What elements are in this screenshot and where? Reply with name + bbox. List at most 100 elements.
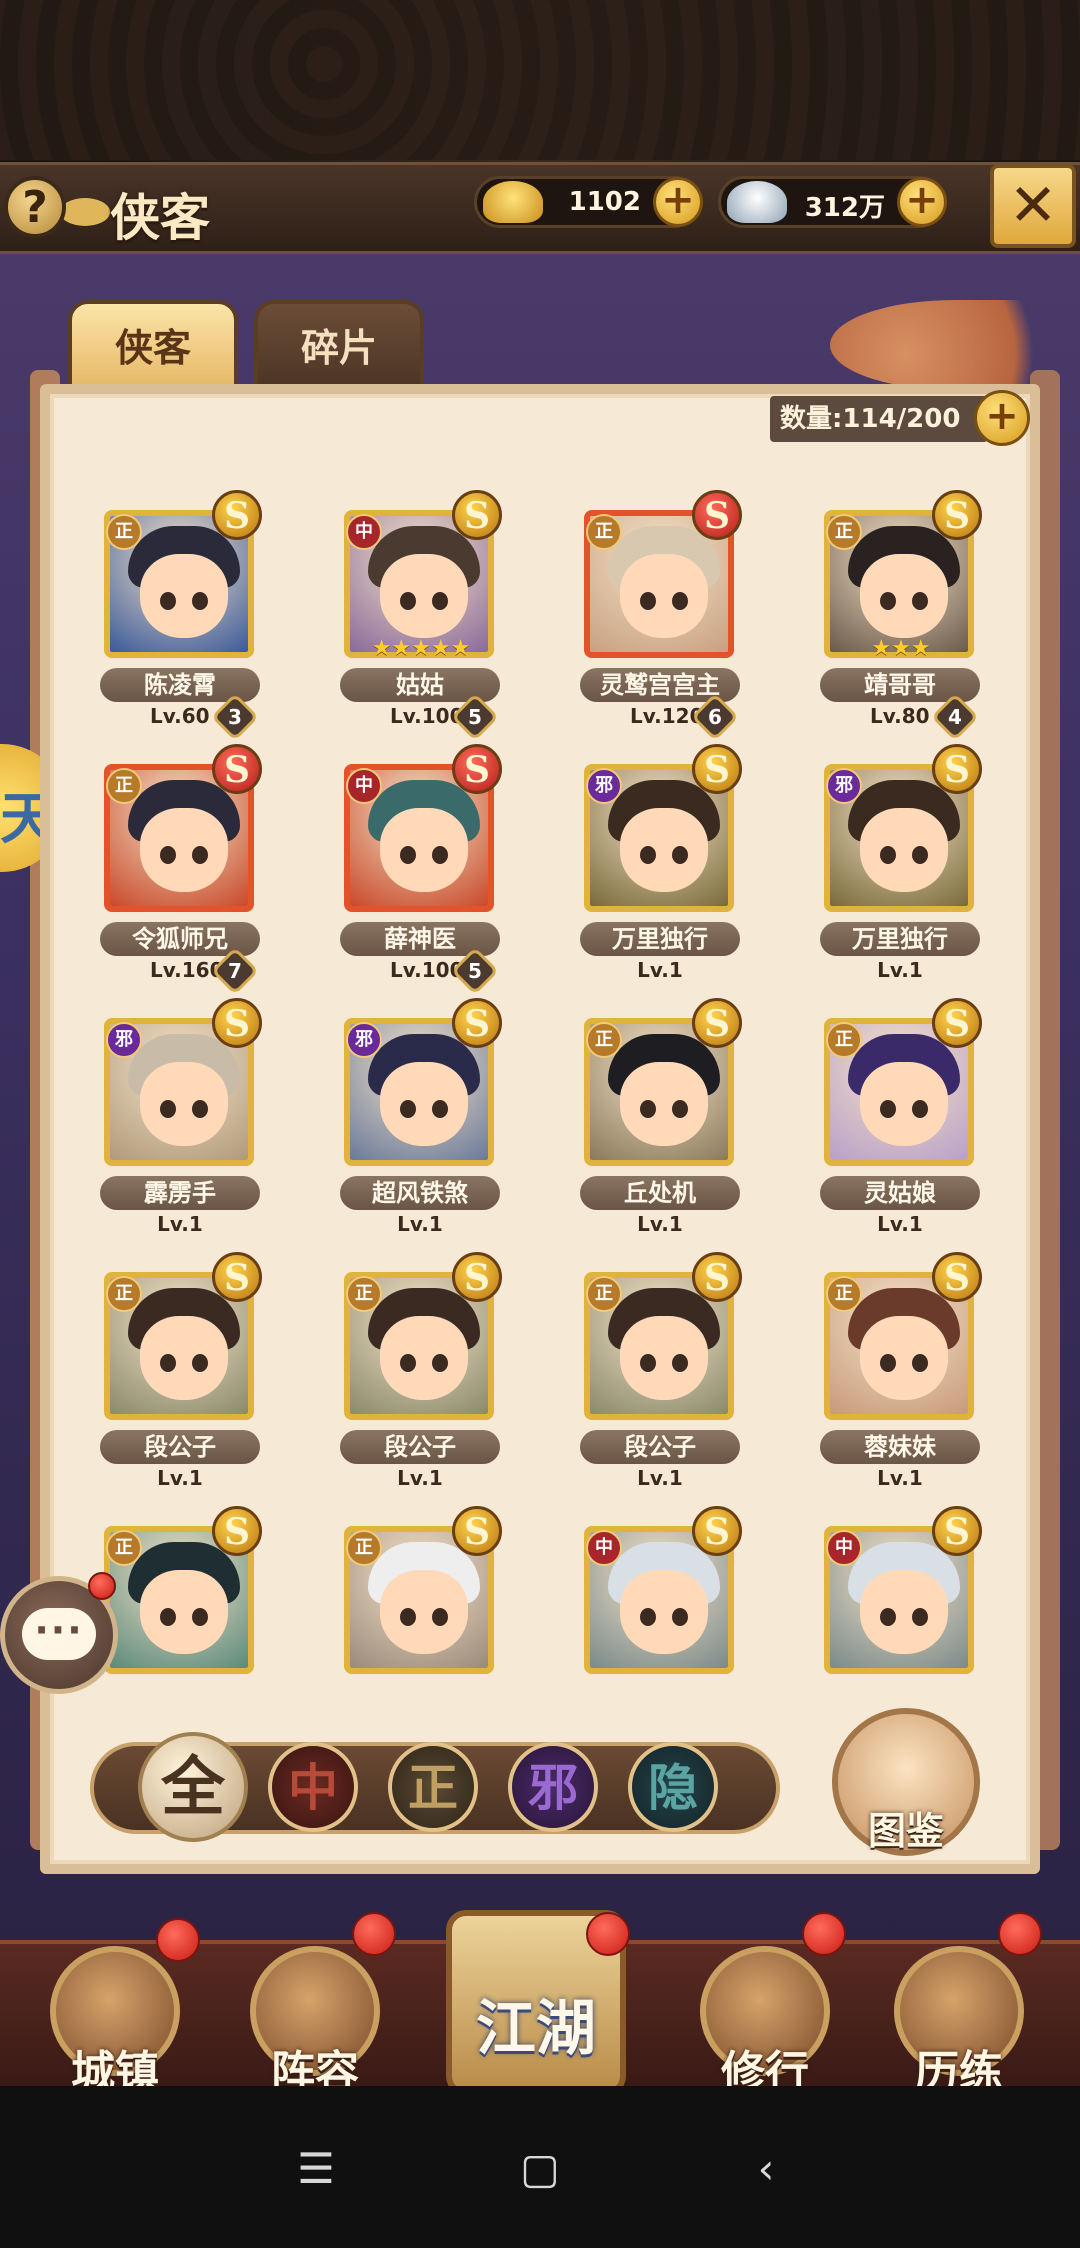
hero-card[interactable]: 正 S 蓉妹妹 Lv.1 xyxy=(820,1252,982,1492)
hero-card[interactable]: 邪 S 霹雳手 Lv.1 xyxy=(100,998,262,1238)
close-button[interactable]: ✕ xyxy=(990,164,1076,248)
rank-badge-icon: S xyxy=(932,998,982,1048)
hero-face xyxy=(620,1570,708,1654)
hero-name: 丘处机 xyxy=(580,1176,740,1210)
silver-currency: 312万 + xyxy=(718,176,947,228)
nav-lineup[interactable]: 阵容 xyxy=(240,1936,390,2098)
hero-face xyxy=(860,808,948,892)
hero-eye xyxy=(432,846,448,864)
hero-eye xyxy=(160,1608,176,1626)
title-cloud-decor xyxy=(60,198,110,226)
hero-card[interactable]: 中S xyxy=(820,1506,982,1680)
home-icon[interactable]: ▢ xyxy=(510,2144,570,2194)
nav-training[interactable]: 修行 xyxy=(690,1936,840,2098)
hero-card[interactable]: 正 S ★★★ 靖哥哥 Lv.80 4 xyxy=(820,490,982,742)
hero-card[interactable]: 中 S ★★★★★ 姑姑 Lv.100 5 xyxy=(340,490,502,742)
hero-card[interactable]: 正 S 段公子 Lv.1 xyxy=(340,1252,502,1492)
filter-hidden-button[interactable]: 隐 xyxy=(628,1742,718,1832)
hero-face xyxy=(140,554,228,638)
rank-badge-icon: S xyxy=(452,744,502,794)
help-button[interactable]: ? xyxy=(4,176,66,238)
hero-level: Lv.1 xyxy=(637,1212,683,1236)
hero-eye xyxy=(672,1608,688,1626)
rank-badge-icon: S xyxy=(692,1252,742,1302)
hero-level: Lv.1 xyxy=(877,1466,923,1490)
menu-icon[interactable]: ☰ xyxy=(286,2144,346,2194)
hero-eye xyxy=(160,1100,176,1118)
filter-all-button[interactable]: 全 xyxy=(138,1732,248,1842)
hero-card[interactable]: 中S xyxy=(580,1506,742,1680)
hero-level: Lv.1 xyxy=(397,1466,443,1490)
page-title: 侠客 xyxy=(110,188,210,247)
hero-name: 霹雳手 xyxy=(100,1176,260,1210)
hero-face xyxy=(620,1316,708,1400)
chat-dots: ··· xyxy=(34,1608,84,1652)
hero-card[interactable]: 正 S 段公子 Lv.1 xyxy=(580,1252,742,1492)
rank-badge-icon: S xyxy=(452,998,502,1048)
hero-card[interactable]: 邪 S 万里独行 Lv.1 xyxy=(820,744,982,984)
rank-badge-icon: S xyxy=(212,490,262,540)
hero-name: 超风铁煞 xyxy=(340,1176,500,1210)
alignment-badge: 正 xyxy=(106,768,142,804)
filter-neutral-button[interactable]: 中 xyxy=(268,1742,358,1832)
advance-count: 5 xyxy=(468,959,482,983)
hero-face xyxy=(860,1062,948,1146)
hero-eye xyxy=(400,1100,416,1118)
hero-face xyxy=(620,554,708,638)
hero-eye xyxy=(400,1354,416,1372)
gold-currency: 1102 + xyxy=(474,176,703,228)
hero-eye xyxy=(192,846,208,864)
hero-card[interactable]: 中 S 薛神医 Lv.100 5 xyxy=(340,744,502,996)
alignment-badge: 正 xyxy=(346,1530,382,1566)
hero-face xyxy=(140,1316,228,1400)
rank-badge-icon: S xyxy=(212,998,262,1048)
hero-card[interactable]: 正 S 灵鹫宫宫主 Lv.120 6 xyxy=(580,490,742,742)
hero-card[interactable]: 邪 S 万里独行 Lv.1 xyxy=(580,744,742,984)
rank-badge-icon: S xyxy=(212,1506,262,1556)
expand-capacity-button[interactable]: + xyxy=(974,390,1030,446)
hero-eye xyxy=(400,592,416,610)
nav-jianghu-label: 江湖 xyxy=(476,1994,596,2064)
chat-notification-dot xyxy=(88,1572,116,1600)
hero-card[interactable]: 正 S 陈凌霄 Lv.60 3 xyxy=(100,490,262,742)
hero-eye xyxy=(640,1100,656,1118)
back-icon[interactable]: ‹ xyxy=(736,2144,796,2194)
hero-count: 数量:114/200 xyxy=(770,396,988,442)
add-gold-button[interactable]: + xyxy=(653,177,703,227)
silver-ingot-icon xyxy=(727,181,787,223)
hero-eye xyxy=(640,846,656,864)
filter-evil-button[interactable]: 邪 xyxy=(508,1742,598,1832)
top-decor-band xyxy=(0,0,1080,160)
hero-face xyxy=(860,554,948,638)
hero-eye xyxy=(640,1608,656,1626)
hero-eye xyxy=(160,846,176,864)
tab-fragments[interactable]: 碎片 xyxy=(254,300,424,392)
close-icon: ✕ xyxy=(1008,171,1058,239)
hero-eye xyxy=(880,1354,896,1372)
hero-eye xyxy=(672,1100,688,1118)
hero-level: Lv.1 xyxy=(157,1466,203,1490)
hero-eye xyxy=(160,1354,176,1372)
tab-heroes[interactable]: 侠客 xyxy=(68,300,238,392)
hero-name: 段公子 xyxy=(340,1430,500,1464)
town-notification-dot xyxy=(156,1918,200,1962)
hero-card[interactable]: 正 S 丘处机 Lv.1 xyxy=(580,998,742,1238)
hero-card[interactable]: 正 S 灵姑娘 Lv.1 xyxy=(820,998,982,1238)
alignment-badge: 正 xyxy=(106,1530,142,1566)
silver-amount: 312万 xyxy=(804,193,885,223)
hero-face xyxy=(620,808,708,892)
hero-card[interactable]: 正 S 段公子 Lv.1 xyxy=(100,1252,262,1492)
hero-card[interactable]: 邪 S 超风铁煞 Lv.1 xyxy=(340,998,502,1238)
filter-righteous-button[interactable]: 正 xyxy=(388,1742,478,1832)
add-silver-button[interactable]: + xyxy=(897,177,947,227)
hero-name: 灵姑娘 xyxy=(820,1176,980,1210)
hero-card[interactable]: 正S xyxy=(100,1506,262,1680)
hero-card[interactable]: 正S xyxy=(340,1506,502,1680)
hero-card[interactable]: 正 S 令狐师兄 Lv.160 7 xyxy=(100,744,262,996)
hero-eye xyxy=(880,1608,896,1626)
hero-grid[interactable]: 正 S 陈凌霄 Lv.60 3 中 S ★★★★★ 姑姑 Lv.100 5 正 S 灵鹫宫宫主 Lv.120… xyxy=(40,470,1040,1680)
hero-name: 段公子 xyxy=(580,1430,740,1464)
rank-badge-icon: S xyxy=(692,1506,742,1556)
alignment-badge: 正 xyxy=(826,514,862,550)
nav-trials[interactable]: 历练 xyxy=(884,1936,1034,2098)
